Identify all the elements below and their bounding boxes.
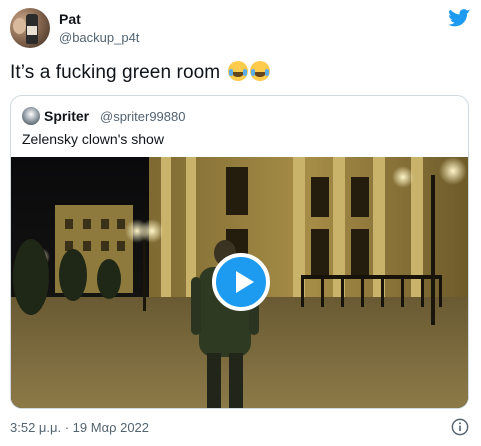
quoted-tweet-text: Zelensky clown's show xyxy=(22,131,164,147)
tweet-card[interactable]: Pat @backup_p4t It’s a fucking green roo… xyxy=(0,0,481,446)
quoted-user-name[interactable]: Spriter xyxy=(44,108,89,125)
avatar[interactable] xyxy=(10,8,50,48)
play-video-button[interactable] xyxy=(212,253,270,311)
quoted-tweet[interactable]: Spriter @spriter99880 Zelensky clown's s… xyxy=(10,95,469,409)
face-with-tears-of-joy-icon xyxy=(249,61,270,81)
twitter-bird-icon[interactable] xyxy=(449,9,471,27)
tweet-text-content: It’s a fucking green room xyxy=(10,62,221,83)
quoted-avatar[interactable] xyxy=(22,107,40,125)
avatar-face xyxy=(13,18,26,34)
tweet-timestamp[interactable]: 3:52 μ.μ. · 19 Μαρ 2022 xyxy=(10,420,149,436)
face-with-tears-of-joy-icon xyxy=(227,61,248,81)
info-icon[interactable] xyxy=(451,418,469,436)
tweet-text: It’s a fucking green room xyxy=(10,60,270,86)
avatar-bottle-label xyxy=(27,26,37,35)
user-display-name[interactable]: Pat xyxy=(59,11,81,28)
user-handle[interactable]: @backup_p4t xyxy=(59,30,139,46)
quoted-user-handle[interactable]: @spriter99880 xyxy=(100,108,185,125)
video-thumbnail[interactable] xyxy=(11,157,468,408)
